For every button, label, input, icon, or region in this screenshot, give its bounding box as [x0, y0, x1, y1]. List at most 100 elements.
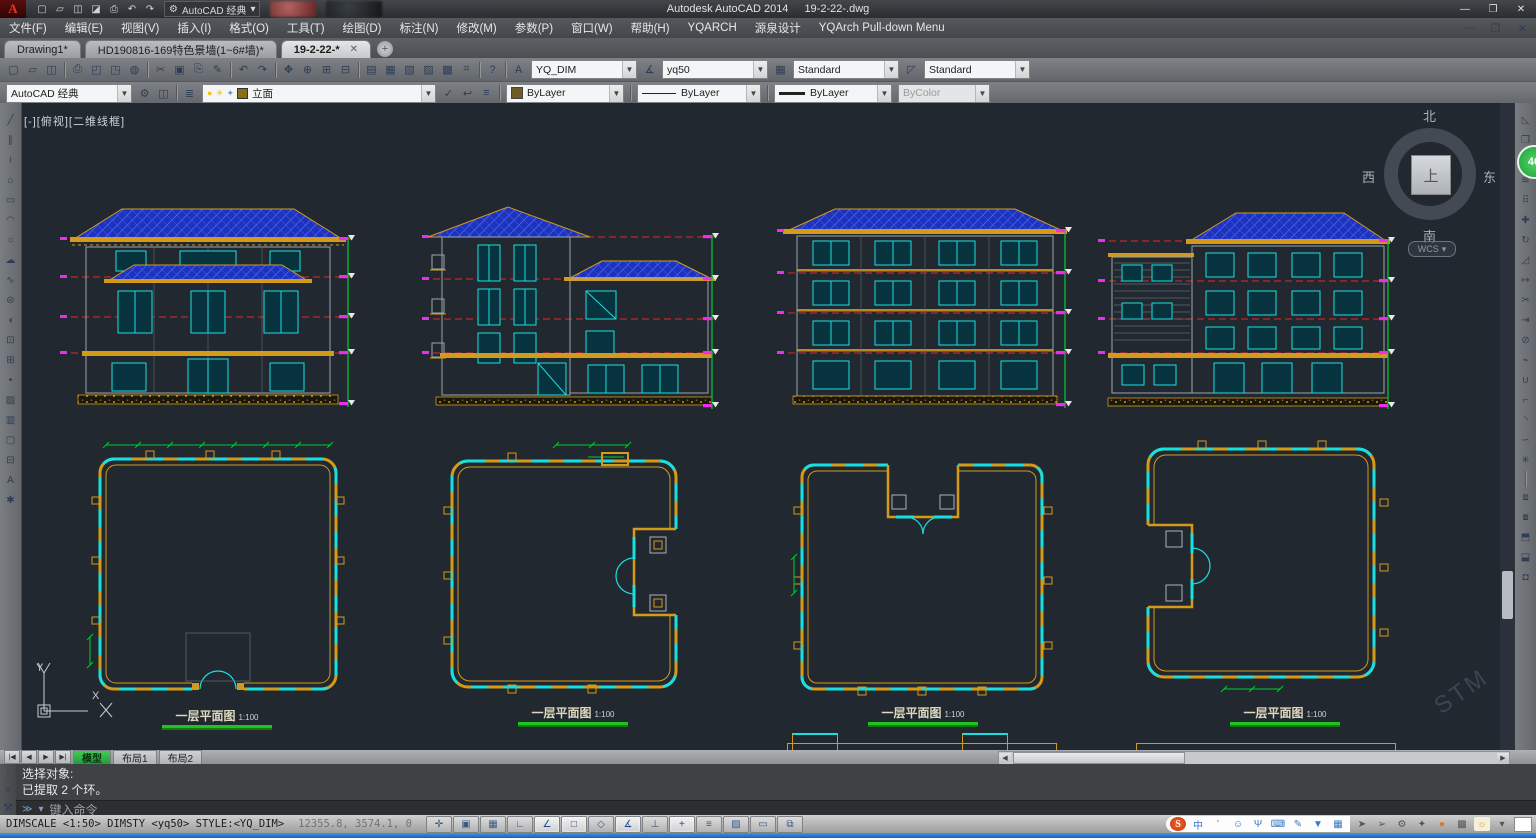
extend-icon[interactable]: ⇥: [1516, 311, 1535, 330]
menu-item-9[interactable]: 参数(P): [506, 18, 562, 38]
mleader-style-icon[interactable]: ◸: [902, 61, 921, 79]
sogou-logo-icon[interactable]: S: [1170, 817, 1186, 831]
menu-item-4[interactable]: 格式(O): [220, 18, 278, 38]
move-icon[interactable]: ✚: [1516, 211, 1535, 230]
coordinates-readout[interactable]: 12355.8, 3574.1, 0: [298, 818, 412, 830]
polyline-icon[interactable]: ≀: [1, 151, 20, 170]
qat-undo-icon[interactable]: ↶: [124, 2, 140, 16]
layout2-tab[interactable]: 布局2: [159, 750, 203, 764]
gradient-icon[interactable]: ▥: [1, 411, 20, 430]
stretch-icon[interactable]: ↦: [1516, 271, 1535, 290]
layout1-tab[interactable]: 布局1: [113, 750, 157, 764]
layer-states-manager-icon[interactable]: ≡: [477, 84, 496, 102]
revision-cloud-icon[interactable]: ☁: [1, 251, 20, 270]
floor-plan-drawing-4[interactable]: [1128, 429, 1398, 701]
viewcube[interactable]: 上 北 南 西 东: [1384, 128, 1476, 220]
customize-wrench-icon[interactable]: ⚒: [0, 801, 18, 815]
qat-redo-icon[interactable]: ↷: [142, 2, 158, 16]
snap-mode-icon[interactable]: ▣: [453, 816, 479, 833]
menu-item-8[interactable]: 修改(M): [447, 18, 505, 38]
designcenter-icon[interactable]: ▦: [381, 61, 400, 79]
viewcube-west-label[interactable]: 西: [1362, 167, 1375, 186]
dynamic-ucs-icon[interactable]: ⊥: [642, 816, 668, 833]
3d-object-snap-icon[interactable]: ◇: [588, 816, 614, 833]
bring-above-icon[interactable]: ⬒: [1516, 528, 1535, 547]
menu-item-0[interactable]: 文件(F): [0, 18, 56, 38]
chevron-down-icon[interactable]: ▾: [38, 804, 43, 815]
next-tab-icon[interactable]: ▶: [38, 750, 54, 764]
autocad-logo-icon[interactable]: A: [0, 0, 26, 18]
last-tab-icon[interactable]: ▶|: [55, 750, 71, 764]
zoom-realtime-icon[interactable]: ⊕: [298, 61, 317, 79]
workspace-select[interactable]: AutoCAD 经典▼: [6, 84, 132, 103]
tray-expand-icon[interactable]: ▾: [1494, 817, 1510, 831]
mleader-style-select[interactable]: Standard▼: [924, 60, 1030, 79]
circle-icon[interactable]: ○: [1, 231, 20, 250]
qat-workspace-select[interactable]: ⚙ AutoCAD 经典 ▾: [164, 1, 260, 17]
insert-block-icon[interactable]: ⊡: [1, 331, 20, 350]
menu-item-11[interactable]: 帮助(H): [622, 18, 679, 38]
text-style-icon[interactable]: A: [509, 61, 528, 79]
soft-keyboard-icon[interactable]: ⌨: [1270, 817, 1286, 831]
elevation-drawing-1[interactable]: [58, 195, 358, 415]
menu-item-1[interactable]: 编辑(E): [56, 18, 112, 38]
arrow-tool-icon[interactable]: ➤: [1354, 817, 1370, 831]
command-grip-icon[interactable]: ⋮: [0, 766, 18, 780]
fillet-icon[interactable]: ◝: [1516, 411, 1535, 430]
file-tab-19-2-22[interactable]: 19-2-22-* ✕: [281, 40, 371, 58]
rectangle-icon[interactable]: ▭: [1, 191, 20, 210]
dim-style-icon[interactable]: ∡: [640, 61, 659, 79]
gear-icon[interactable]: ⚙: [1394, 817, 1410, 831]
file-tab-drawing1[interactable]: Drawing1*: [4, 40, 81, 58]
window-minimize-icon[interactable]: —: [1456, 0, 1474, 18]
new-icon[interactable]: ▢: [4, 61, 23, 79]
hatch-icon[interactable]: ▨: [1, 391, 20, 410]
ellipse-arc-icon[interactable]: ◖: [1, 311, 20, 330]
floor-plan-drawing-3[interactable]: [788, 437, 1058, 709]
lineweight-select[interactable]: ByLayer▼: [774, 84, 892, 103]
send-under-icon[interactable]: ⬓: [1516, 548, 1535, 567]
quickcalc-icon[interactable]: ⌗: [457, 61, 476, 79]
map-icon[interactable]: ▩: [1454, 817, 1470, 831]
workspace-settings-icon[interactable]: ⚙: [135, 84, 154, 102]
window-maximize-icon[interactable]: ❐: [1484, 0, 1502, 18]
chinese-mode-icon[interactable]: 中: [1190, 817, 1206, 831]
zoom-previous-icon[interactable]: ⊟: [336, 61, 355, 79]
tool-palettes-icon[interactable]: ▧: [400, 61, 419, 79]
construction-line-icon[interactable]: ∥: [1, 131, 20, 150]
transparency-icon[interactable]: ▨: [723, 816, 749, 833]
lock-icon[interactable]: ✦: [1414, 817, 1430, 831]
dim-style-select[interactable]: yq50▼: [662, 60, 768, 79]
scroll-right-icon[interactable]: ▶: [1497, 753, 1509, 763]
ime-status-box[interactable]: [1514, 817, 1532, 832]
lineweight-display-icon[interactable]: ≡: [696, 816, 722, 833]
plot-icon[interactable]: ⎙: [68, 61, 87, 79]
blend-curves-icon[interactable]: ∽: [1516, 431, 1535, 450]
linetype-select[interactable]: ByLayer▼: [637, 84, 761, 103]
menu-item-6[interactable]: 绘图(D): [334, 18, 391, 38]
window-close-icon[interactable]: ✕: [1512, 0, 1530, 18]
layer-previous-icon[interactable]: ↩: [458, 84, 477, 102]
dynamic-input-icon[interactable]: +: [669, 816, 695, 833]
prev-tab-icon[interactable]: ◀: [21, 750, 37, 764]
vertical-scrollbar[interactable]: [1500, 103, 1515, 750]
spline-icon[interactable]: ∿: [1, 271, 20, 290]
object-snap-icon[interactable]: □: [561, 816, 587, 833]
new-tab-button[interactable]: +: [377, 41, 393, 57]
table-style-icon[interactable]: ▦: [771, 61, 790, 79]
polygon-icon[interactable]: ⌂: [1, 171, 20, 190]
scale-icon[interactable]: ◿: [1516, 251, 1535, 270]
menu-item-3[interactable]: 插入(I): [168, 18, 220, 38]
menu-item-2[interactable]: 视图(V): [112, 18, 168, 38]
workspace-save-icon[interactable]: ◫: [154, 84, 173, 102]
viewcube-top-face[interactable]: 上: [1411, 155, 1451, 195]
handwriting-icon[interactable]: ✎: [1290, 817, 1306, 831]
menu-item-5[interactable]: 工具(T): [278, 18, 334, 38]
make-object-layer-current-icon[interactable]: ✓: [439, 84, 458, 102]
doc-close-icon[interactable]: ✕: [1513, 19, 1532, 37]
menu-item-13[interactable]: 源泉设计: [746, 18, 810, 38]
ortho-mode-icon[interactable]: ∟: [507, 816, 533, 833]
floor-plan-drawing-2[interactable]: [438, 437, 708, 709]
batch-plot-icon[interactable]: ◍: [125, 61, 144, 79]
drawing-viewport[interactable]: [-][俯视][二维线框] ╱∥≀⌂▭◠○☁∿⊜◖⊡⊞•▨▥▢⊟A✱ ◺❐⋈≋⠿…: [0, 103, 1536, 750]
